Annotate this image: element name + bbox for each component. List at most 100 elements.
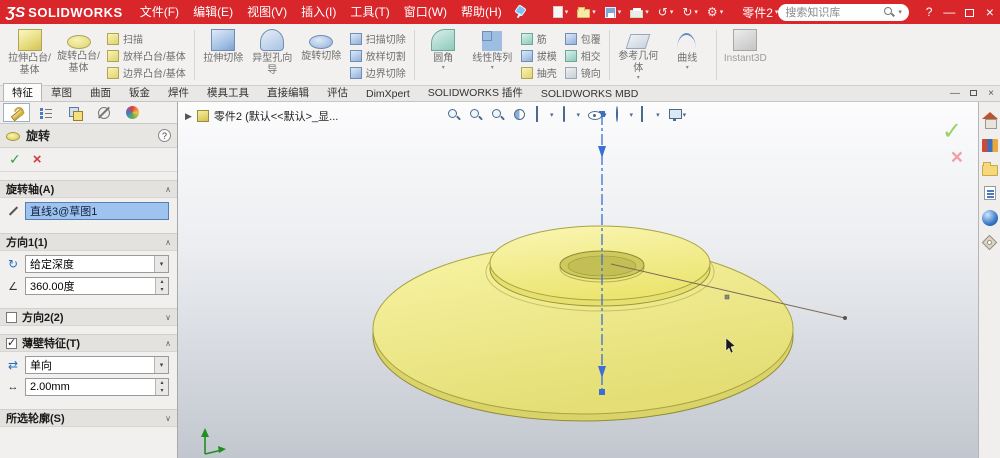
- zoom-area-button[interactable]: [468, 107, 483, 122]
- close-button[interactable]: ×: [980, 0, 1000, 24]
- rib-button[interactable]: 筋: [521, 31, 557, 46]
- redo-button[interactable]: ↻▾: [679, 2, 701, 22]
- menu-edit[interactable]: 编辑(E): [186, 0, 240, 24]
- tab-weldments[interactable]: 焊件: [159, 83, 198, 101]
- doc-minimize-button[interactable]: —: [946, 86, 964, 101]
- maximize-button[interactable]: [959, 0, 979, 24]
- swept-boss-button[interactable]: 扫描: [107, 31, 186, 46]
- doc-close-button[interactable]: ×: [982, 86, 1000, 101]
- tab-solidworks-addins[interactable]: SOLIDWORKS 插件: [419, 83, 532, 101]
- tab-sketch[interactable]: 草图: [42, 83, 81, 101]
- extrude-cut-button[interactable]: 拉伸切除: [200, 27, 247, 83]
- design-library-tab books-icon[interactable]: [982, 139, 998, 152]
- direction2-checkbox[interactable]: [6, 312, 17, 323]
- tab-dimxpert[interactable]: DimXpert: [357, 86, 419, 101]
- instant3d-button[interactable]: Instant3D: [722, 27, 769, 83]
- thin-reverse-icon[interactable]: ⇄: [4, 357, 22, 373]
- wrap-button[interactable]: 包覆: [565, 31, 601, 46]
- solidworks-resources-tab home-icon[interactable]: [982, 112, 998, 128]
- tab-features[interactable]: 特征: [3, 83, 42, 101]
- mirror-button[interactable]: 镜向: [565, 65, 601, 80]
- zoom-fit-button[interactable]: [446, 107, 461, 122]
- linear-pattern-button[interactable]: 线性阵列 ▾: [469, 27, 516, 83]
- undo-button[interactable]: ↺▾: [655, 2, 677, 22]
- tab-propertymanager[interactable]: [3, 103, 30, 122]
- curves-button[interactable]: 曲线 ▾: [664, 27, 711, 83]
- thickness-input[interactable]: 2.00mm ▴▾: [25, 378, 169, 396]
- draft-button[interactable]: 拔模: [521, 48, 557, 63]
- custom-properties-tab tag-icon[interactable]: [982, 235, 998, 251]
- shell-button[interactable]: 抽壳: [521, 65, 557, 80]
- spinner-arrows[interactable]: ▴▾: [155, 379, 168, 395]
- thin-type-dropdown[interactable]: 单向 ▾: [25, 356, 169, 374]
- hole-wizard-button[interactable]: 异型孔向导: [249, 27, 296, 83]
- boundary-boss-button[interactable]: 边界凸台/基体: [107, 65, 186, 80]
- tab-direct-editing[interactable]: 直接编辑: [258, 83, 318, 101]
- reference-geometry-button[interactable]: 参考几何体 ▾: [615, 27, 662, 83]
- thin-feature-section-header[interactable]: 薄壁特征(T) ∧: [0, 334, 177, 352]
- swept-cut-button[interactable]: 扫描切除: [350, 31, 406, 46]
- file-explorer-tab folder-icon[interactable]: [982, 165, 998, 176]
- panel-cancel-button[interactable]: ×: [33, 151, 42, 168]
- flyout-expand-icon[interactable]: ▶: [185, 111, 192, 122]
- options-button[interactable]: ⚙▾: [704, 2, 726, 22]
- section-view-button[interactable]: [512, 107, 527, 122]
- search-caret-icon[interactable]: ▾: [898, 8, 902, 16]
- help-button[interactable]: ?: [919, 0, 939, 24]
- pin-menu-icon[interactable]: [513, 5, 524, 19]
- boundary-cut-button[interactable]: 边界切除: [350, 65, 406, 80]
- appearances-scenes-tab sphere-icon[interactable]: [982, 210, 998, 226]
- extrude-boss-button[interactable]: 拉伸凸台/基体: [6, 27, 53, 83]
- menu-window[interactable]: 窗口(W): [397, 0, 454, 24]
- axis-selection-field[interactable]: 直线3@草图1: [25, 202, 169, 220]
- reverse-direction-icon[interactable]: ↻: [4, 256, 22, 272]
- knowledge-search-box[interactable]: 搜索知识库 ▾: [778, 4, 909, 21]
- view-palette-tab page-icon[interactable]: [984, 186, 996, 200]
- apply-scene-button[interactable]: ▾: [640, 107, 660, 122]
- graphics-area[interactable]: ▶ 零件2 (默认<<默认>_显... ▾ ▾ ▾ ▾ ▾ ▾: [178, 102, 978, 458]
- spinner-arrows[interactable]: ▴▾: [155, 278, 168, 294]
- panel-help-icon[interactable]: ?: [158, 129, 171, 142]
- previous-view-button[interactable]: [490, 107, 505, 122]
- menu-view[interactable]: 视图(V): [240, 0, 294, 24]
- view-settings-button[interactable]: ▾: [667, 107, 687, 122]
- tab-sheet-metal[interactable]: 钣金: [120, 83, 159, 101]
- selected-contours-section-header[interactable]: 所选轮廓(S) ∨: [0, 409, 177, 427]
- thin-feature-checkbox[interactable]: [6, 338, 17, 349]
- menu-insert[interactable]: 插入(I): [294, 0, 343, 24]
- open-button[interactable]: ▾: [574, 2, 599, 22]
- menu-file[interactable]: 文件(F): [133, 0, 186, 24]
- lofted-cut-button[interactable]: 放样切割: [350, 48, 406, 63]
- edit-appearance-button[interactable]: ▾: [614, 107, 634, 122]
- tab-mold-tools[interactable]: 模具工具: [198, 83, 258, 101]
- panel-ok-button[interactable]: ✓: [9, 151, 21, 168]
- angle-input[interactable]: 360.00度 ▴▾: [25, 277, 169, 295]
- tab-dimxpertmanager[interactable]: [90, 103, 117, 122]
- tab-evaluate[interactable]: 评估: [318, 83, 357, 101]
- tab-featuremanager-tree[interactable]: [32, 103, 59, 122]
- save-button[interactable]: ▾: [602, 2, 625, 22]
- hide-show-items-button[interactable]: ▾: [587, 107, 607, 122]
- revolve-boss-button[interactable]: 旋转凸台/基体: [55, 27, 102, 83]
- tab-displaymanager[interactable]: [119, 103, 146, 122]
- tab-configurationmanager[interactable]: [61, 103, 88, 122]
- revolve-cut-button[interactable]: 旋转切除: [298, 27, 345, 83]
- direction1-section-header[interactable]: 方向1(1) ∧: [0, 233, 177, 251]
- intersect-button[interactable]: 相交: [565, 48, 601, 63]
- tab-solidworks-mbd[interactable]: SOLIDWORKS MBD: [532, 86, 647, 101]
- direction2-section-header[interactable]: 方向2(2) ∨: [0, 308, 177, 326]
- display-style-button[interactable]: ▾: [561, 107, 581, 122]
- feature-tree-flyout[interactable]: ▶ 零件2 (默认<<默认>_显...: [185, 108, 338, 124]
- lofted-boss-button[interactable]: 放样凸台/基体: [107, 48, 186, 63]
- tab-surfaces[interactable]: 曲面: [81, 83, 120, 101]
- view-orientation-button[interactable]: ▾: [534, 107, 554, 122]
- doc-restore-button[interactable]: [964, 86, 982, 101]
- end-condition-dropdown[interactable]: 给定深度 ▾: [25, 255, 169, 273]
- confirm-ok-button[interactable]: ✓: [942, 120, 962, 144]
- confirm-cancel-button[interactable]: ×: [951, 147, 963, 168]
- minimize-button[interactable]: —: [939, 0, 959, 24]
- print-button[interactable]: ▾: [627, 2, 652, 22]
- menu-help[interactable]: 帮助(H): [454, 0, 509, 24]
- search-icon[interactable]: [883, 6, 895, 18]
- new-document-button[interactable]: ▾: [550, 2, 572, 22]
